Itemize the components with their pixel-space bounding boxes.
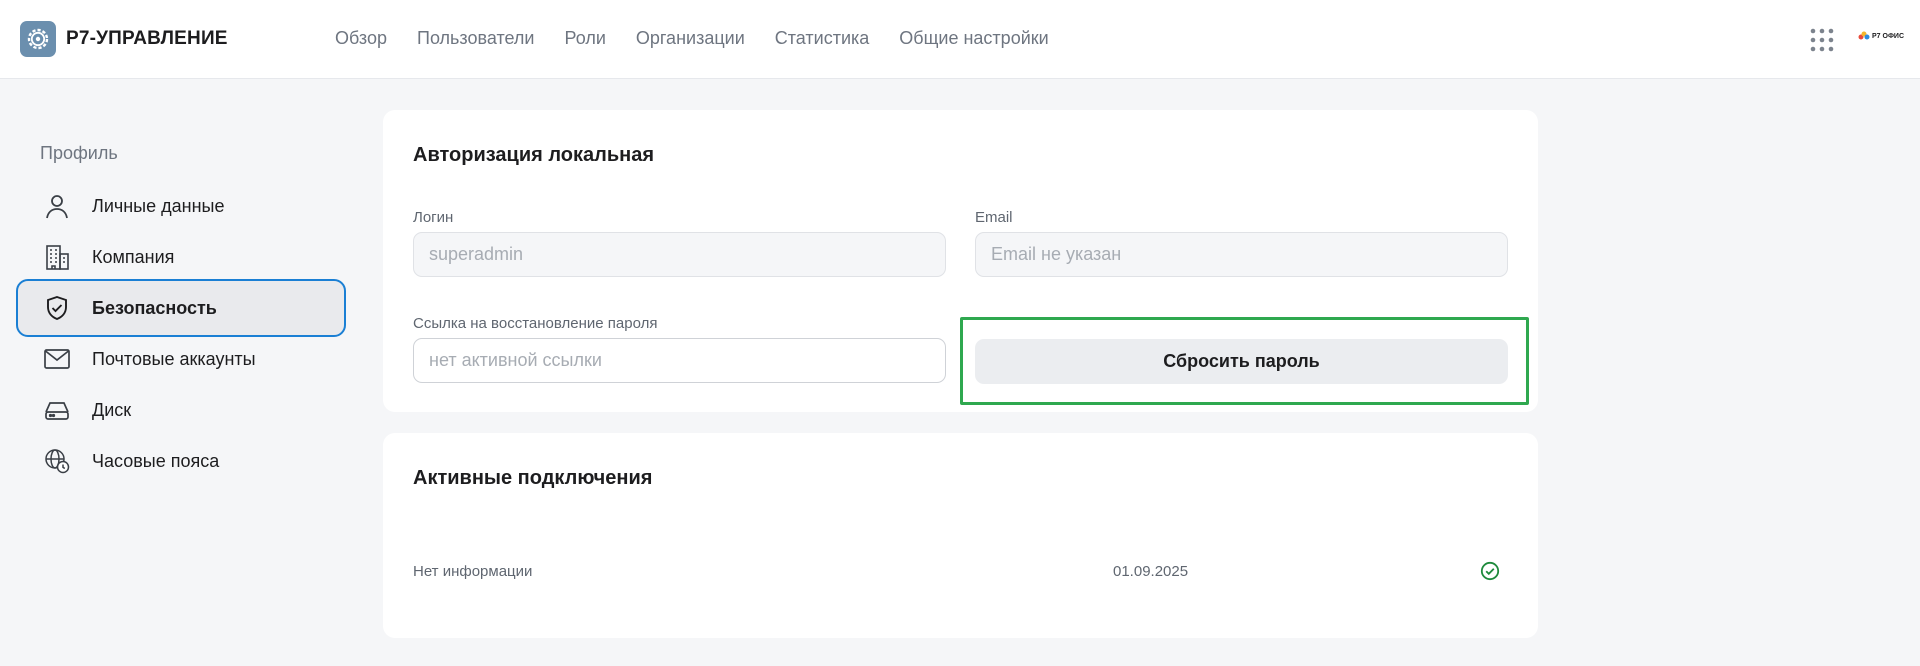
sidebar-item-label: Диск: [92, 399, 132, 420]
building-icon: [42, 242, 72, 272]
email-field[interactable]: [975, 232, 1508, 277]
nav-overview[interactable]: Обзор: [335, 28, 387, 49]
product-logo-mark-icon: [1858, 31, 1870, 40]
sidebar-item-security[interactable]: Безопасность: [16, 279, 346, 337]
product-logo-text: Р7 ОФИС: [1872, 32, 1905, 40]
sidebar-item-time-zones[interactable]: Часовые пояса: [16, 432, 346, 490]
active-sessions-title: Активные подключения: [413, 467, 653, 489]
reset-password-button[interactable]: Сбросить пароль: [975, 339, 1508, 384]
globe-clock-icon: [42, 446, 72, 476]
gear-icon: [20, 21, 56, 57]
login-label: Логин: [413, 209, 454, 226]
app-name: Р7-УПРАВЛЕНИЕ: [66, 28, 228, 49]
nav-organizations[interactable]: Организации: [636, 28, 745, 49]
sidebar-item-label: Безопасность: [92, 297, 217, 318]
product-logo[interactable]: Р7 ОФИС: [1858, 31, 1904, 41]
nav-statistics[interactable]: Статистика: [775, 28, 870, 49]
top-navigation: Обзор Пользователи Роли Организации Стат…: [335, 28, 1079, 49]
sidebar-item-disk[interactable]: Диск: [16, 381, 346, 439]
app-logo[interactable]: Р7-УПРАВЛЕНИЕ: [20, 21, 228, 57]
email-label: Email: [975, 209, 1013, 226]
session-date: 01.09.2025: [1113, 563, 1189, 580]
sidebar-heading: Профиль: [40, 143, 118, 163]
top-bar: Р7-УПРАВЛЕНИЕ Обзор Пользователи Роли Ор…: [0, 0, 1920, 79]
apps-grid-icon[interactable]: [1810, 28, 1834, 52]
active-sessions-card: [383, 433, 1538, 638]
check-circle-icon: [1480, 561, 1500, 581]
nav-roles[interactable]: Роли: [564, 28, 605, 49]
recovery-link-label: Ссылка на восстановление пароля: [413, 315, 658, 332]
session-info: Нет информации: [413, 563, 533, 580]
shield-check-icon: [42, 293, 72, 323]
login-field[interactable]: [413, 232, 946, 277]
recovery-link-field[interactable]: [413, 338, 946, 383]
sidebar-item-label: Часовые пояса: [92, 450, 220, 471]
user-icon: [42, 191, 72, 221]
sidebar-item-mail-accounts[interactable]: Почтовые аккаунты: [16, 330, 346, 388]
disk-icon: [42, 395, 72, 425]
mail-icon: [42, 344, 72, 374]
nav-general-settings[interactable]: Общие настройки: [899, 28, 1048, 49]
local-auth-title: Авторизация локальная: [413, 144, 655, 166]
sidebar-item-label: Почтовые аккаунты: [92, 348, 256, 369]
sidebar-item-label: Компания: [92, 246, 175, 267]
sidebar-item-personal-data[interactable]: Личные данные: [16, 177, 346, 235]
sidebar-item-company[interactable]: Компания: [16, 228, 346, 286]
sidebar-item-label: Личные данные: [92, 195, 225, 216]
nav-users[interactable]: Пользователи: [417, 28, 534, 49]
